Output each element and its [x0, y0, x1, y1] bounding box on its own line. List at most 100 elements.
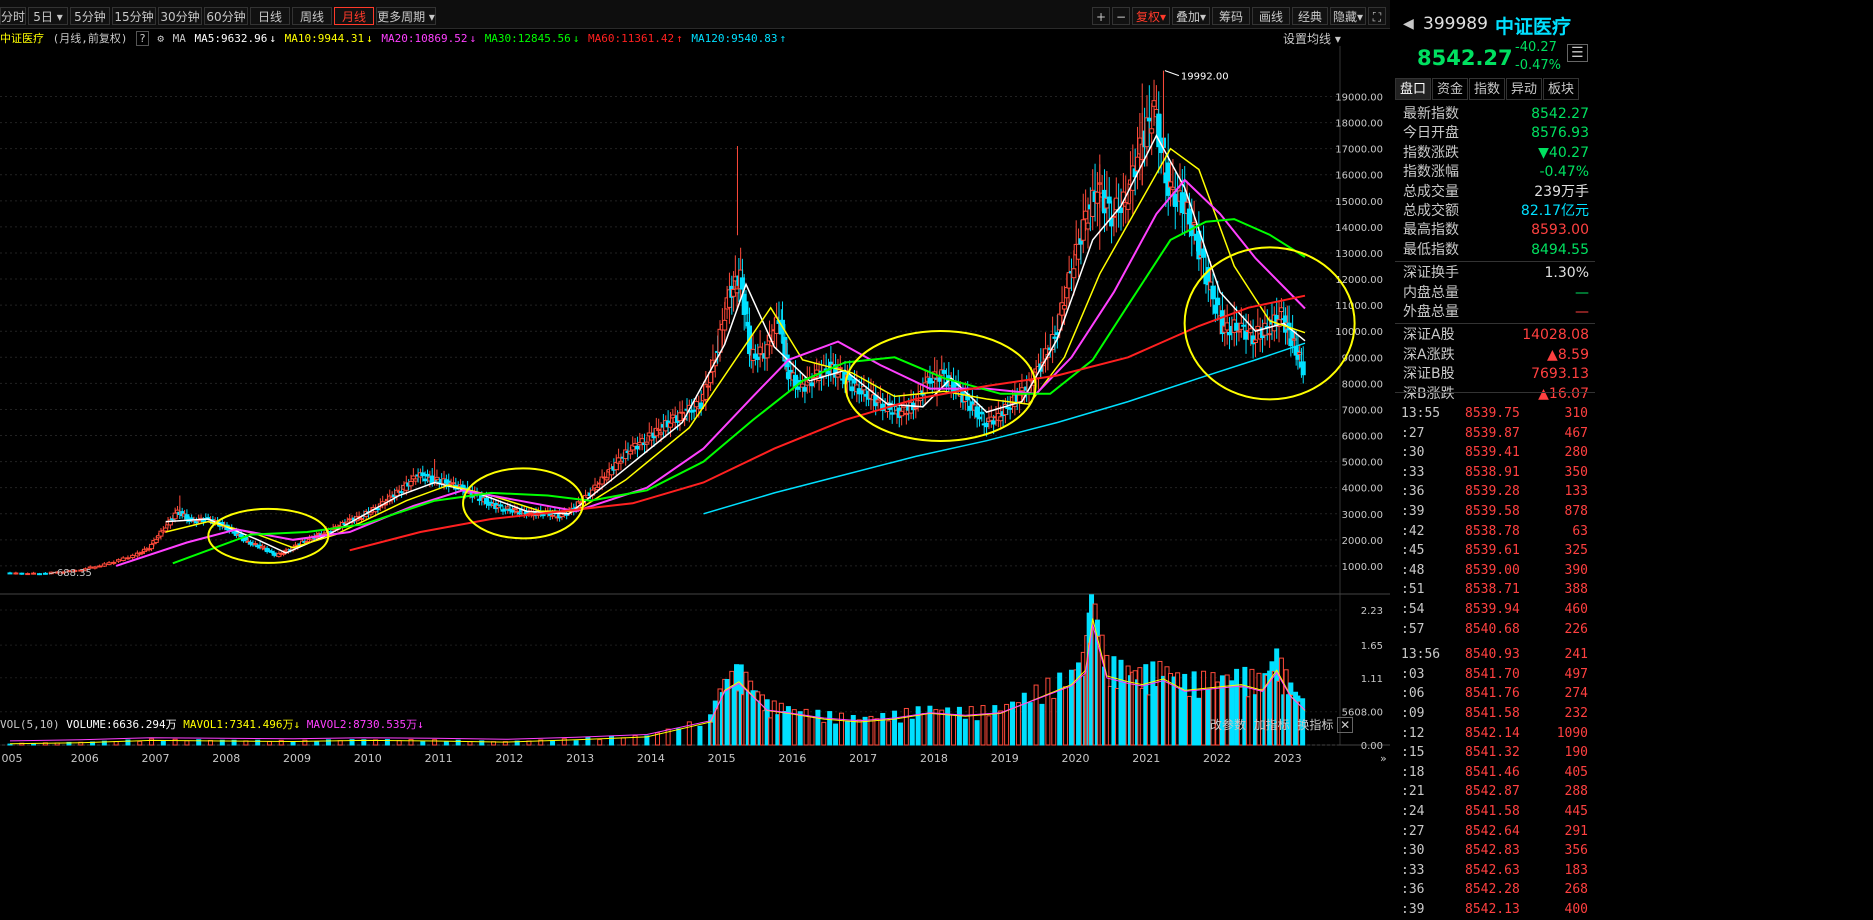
candle-body — [920, 390, 926, 396]
panel-tab-4[interactable]: 板块 — [1543, 78, 1579, 100]
candle-body — [1267, 333, 1273, 336]
gear-icon[interactable]: ⚙ — [157, 32, 164, 45]
candle-body — [1109, 217, 1115, 227]
tick-price: 8540.68 — [1465, 621, 1520, 637]
x-tick-label: 2022 — [1203, 752, 1231, 765]
edit-params-button[interactable]: 改参数 — [1210, 718, 1246, 732]
candle-body — [486, 503, 492, 506]
candle-body — [198, 517, 204, 521]
volume-bar — [803, 708, 809, 746]
ma-settings-button[interactable]: 设置均线 ▾ — [1283, 30, 1341, 47]
panel-tab-2[interactable]: 指数 — [1469, 78, 1505, 100]
toolbar-button-7[interactable]: 隐藏▾ — [1330, 7, 1366, 25]
candle-body — [764, 344, 770, 359]
tick-qty: 268 — [1564, 882, 1588, 898]
period-button-6[interactable]: 日线 — [250, 7, 290, 25]
candle-body — [538, 510, 544, 513]
period-button-4[interactable]: 30分钟 — [158, 7, 202, 25]
candle-body — [460, 484, 466, 491]
volume-bar — [1130, 671, 1136, 746]
period-button-9[interactable]: 更多周期 ▾ — [376, 7, 436, 25]
tick-row: :36 8539.28 133 — [1395, 482, 1590, 502]
period-button-3[interactable]: 15分钟 — [112, 7, 156, 25]
candle-body — [200, 520, 206, 523]
volume-bar — [757, 700, 763, 746]
volume-bar — [771, 700, 777, 746]
volume-bar — [1092, 603, 1098, 746]
toolbar-button-1[interactable]: − — [1112, 7, 1130, 25]
close-icon[interactable]: ✕ — [1337, 717, 1354, 733]
tick-qty: 63 — [1572, 523, 1588, 539]
volume-bar — [1111, 656, 1117, 746]
tick-row: :27 8542.64 291 — [1395, 822, 1590, 842]
candle-body — [1120, 191, 1126, 204]
candle-body — [896, 407, 902, 418]
period-button-1[interactable]: 5日 ▾ — [28, 7, 68, 25]
panel-tab-1[interactable]: 资金 — [1432, 78, 1468, 100]
change-indicator-button[interactable]: 换指标 — [1297, 718, 1333, 732]
toolbar-button-5[interactable]: 画线 — [1252, 7, 1290, 25]
candle-body — [483, 497, 489, 505]
volume-bar — [909, 718, 915, 746]
period-button-0[interactable]: 分时 — [0, 7, 26, 25]
y-tick-label: 13000.00 — [1335, 249, 1383, 260]
candle-body — [611, 466, 617, 471]
period-button-8[interactable]: 月线 — [334, 7, 374, 25]
tick-price: 8539.58 — [1465, 504, 1520, 519]
tick-price: 8539.41 — [1465, 445, 1520, 461]
tick-row: :45 8539.61 325 — [1395, 541, 1590, 561]
menu-icon[interactable]: ☰ — [1567, 44, 1588, 62]
volume-legend: VOL(5,10) VOLUME:6636.294万 MAVOL1:7341.4… — [0, 718, 424, 731]
period-button-5[interactable]: 60分钟 — [204, 7, 248, 25]
period-button-7[interactable]: 周线 — [292, 7, 332, 25]
volume-bar — [243, 740, 249, 746]
candle-body — [42, 572, 48, 575]
candle-body — [1274, 315, 1280, 327]
volume-bar — [655, 732, 660, 746]
candle-body — [443, 479, 449, 484]
candle-body — [583, 494, 589, 501]
add-indicator-button[interactable]: 加指标 — [1254, 718, 1290, 732]
volume-bar — [644, 735, 650, 746]
panel-row-label: 深证换手 — [1403, 265, 1459, 282]
toolbar-button-3[interactable]: 叠加▾ — [1172, 7, 1210, 25]
volume-bar — [1045, 677, 1051, 746]
candle-body — [406, 482, 412, 487]
ma30-value: MA30:12845.56 — [484, 32, 571, 45]
panel-row-value: 1.30% — [1544, 265, 1589, 282]
tick-qty: 467 — [1564, 425, 1588, 441]
period-button-2[interactable]: 5分钟 — [70, 7, 110, 25]
toolbar-button-4[interactable]: 筹码 — [1212, 7, 1250, 25]
panel-tab-3[interactable]: 异动 — [1506, 78, 1542, 100]
toolbar-button-2[interactable]: 复权▾ — [1132, 7, 1170, 25]
toolbar-button-0[interactable]: + — [1092, 7, 1110, 25]
volume-bar — [467, 741, 473, 746]
ma5-value: MA5:9632.96 — [194, 32, 268, 45]
candle-body — [429, 475, 435, 484]
candle-body — [163, 527, 169, 532]
candle-body — [1212, 304, 1218, 314]
candle-body — [1021, 394, 1027, 398]
candle-body — [1262, 322, 1268, 336]
candle-body — [1284, 322, 1290, 330]
toolbar-button-6[interactable]: 经典 — [1292, 7, 1328, 25]
candle-body — [1005, 406, 1011, 409]
volume-bar — [1229, 680, 1235, 746]
volume-bar — [1071, 674, 1077, 746]
candle-body — [1142, 130, 1148, 148]
x-tick-label: 2009 — [283, 752, 311, 765]
candle-body — [446, 480, 452, 488]
panel-tab-0[interactable]: 盘口 — [1395, 78, 1431, 100]
candle-body — [271, 552, 277, 556]
candle-body — [342, 522, 348, 525]
candle-body — [1193, 233, 1199, 241]
volume-bar — [1104, 654, 1110, 746]
candle-body — [722, 319, 728, 331]
collapse-left-icon[interactable]: ◀ — [1403, 16, 1414, 32]
volume-bar — [745, 691, 751, 746]
candle-body — [354, 516, 360, 522]
help-icon[interactable]: ? — [136, 31, 149, 46]
candle-body — [715, 350, 721, 353]
volume-bar — [962, 718, 968, 746]
fullscreen-icon[interactable]: ⛶ — [1368, 7, 1386, 25]
